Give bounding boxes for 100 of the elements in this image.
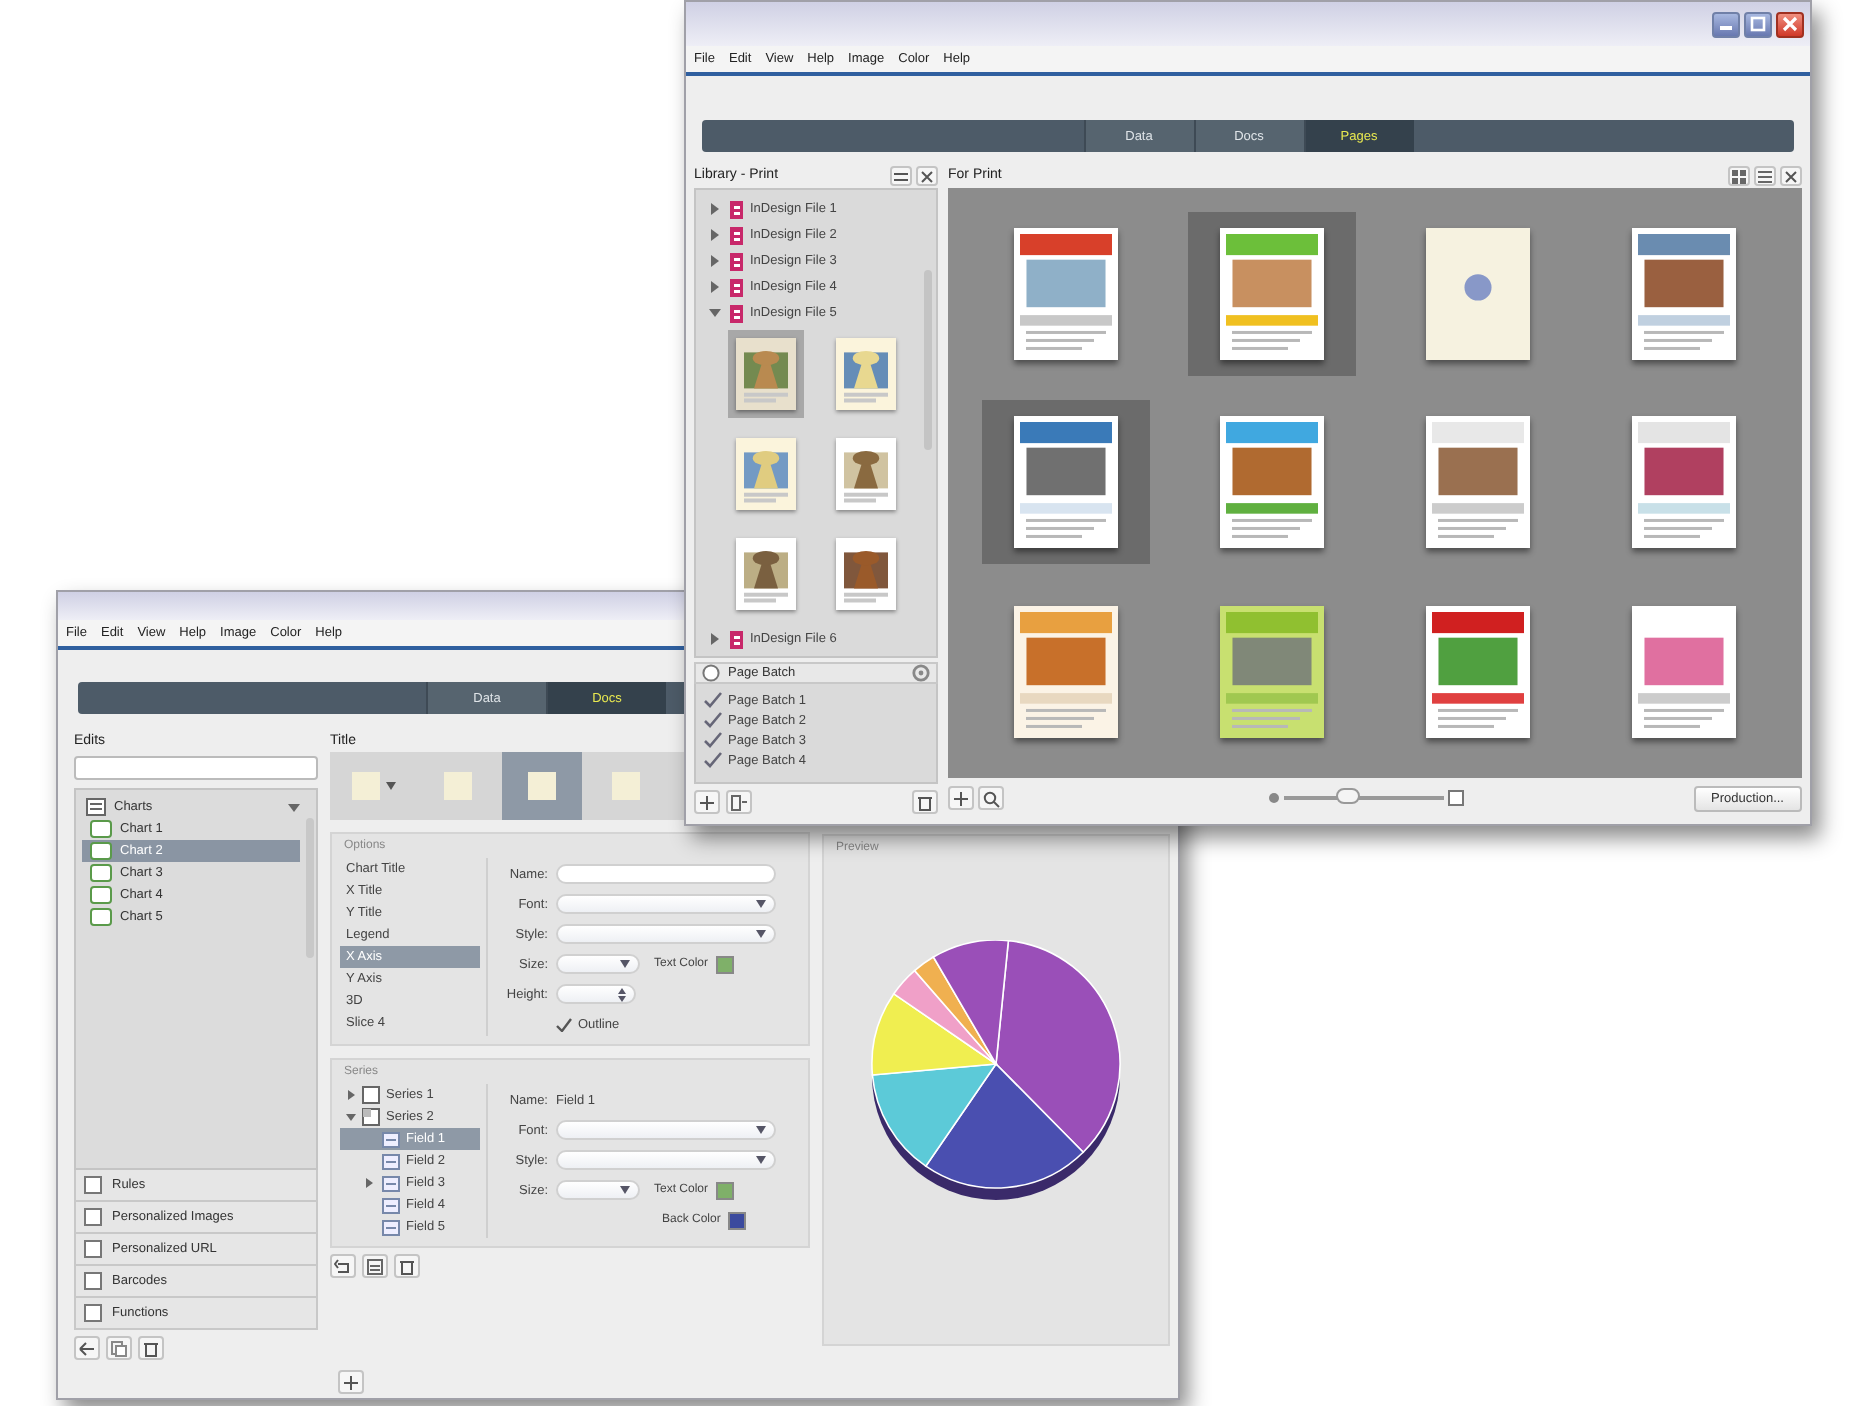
checkbox-icon — [84, 1272, 102, 1290]
chart-icon — [90, 886, 112, 904]
document-icon — [728, 303, 744, 323]
text-field[interactable] — [556, 864, 776, 884]
field-icon — [382, 1153, 400, 1169]
swatch-icon — [352, 772, 380, 800]
back-button[interactable] — [74, 1336, 100, 1360]
list-icon — [366, 1257, 384, 1275]
style-button[interactable] — [502, 752, 582, 820]
document-icon — [728, 277, 744, 297]
close-button[interactable] — [916, 166, 938, 186]
color-swatch[interactable] — [716, 1181, 735, 1199]
expander-icon[interactable] — [708, 202, 722, 216]
chart-icon — [90, 864, 112, 882]
add-button[interactable] — [694, 790, 720, 814]
checkbox-icon — [84, 1240, 102, 1258]
document-icon — [728, 629, 744, 649]
spinner-field[interactable] — [556, 984, 636, 1004]
field-icon — [382, 1175, 400, 1191]
thumbnail-tile[interactable] — [728, 330, 804, 418]
field-icon — [382, 1219, 400, 1235]
expander-icon[interactable] — [708, 254, 722, 268]
series-icon — [362, 1086, 380, 1104]
add-button[interactable] — [338, 1370, 364, 1394]
add-icon — [698, 793, 716, 811]
collapse-button[interactable] — [890, 166, 912, 186]
checkbox-icon — [84, 1176, 102, 1194]
expander-icon[interactable] — [708, 306, 722, 320]
slider-thumb[interactable] — [1336, 788, 1360, 804]
caret-icon — [620, 1186, 630, 1194]
undo-button[interactable] — [330, 1254, 356, 1278]
chart-icon — [90, 842, 112, 860]
caret-icon — [620, 960, 630, 968]
trash-button[interactable] — [912, 790, 938, 814]
page-tile[interactable] — [1188, 212, 1357, 377]
grid-view-button[interactable] — [1728, 166, 1750, 186]
undo-icon — [334, 1257, 352, 1275]
caret-icon — [386, 782, 396, 790]
checkbox-icon — [84, 1304, 102, 1322]
trash-icon — [142, 1339, 160, 1357]
close-button[interactable] — [1780, 166, 1802, 186]
menu-icon — [730, 793, 748, 811]
radio-icon — [702, 664, 720, 682]
copy-icon — [110, 1339, 128, 1357]
expander-icon[interactable] — [708, 228, 722, 242]
add-button[interactable] — [948, 786, 974, 810]
color-swatch[interactable] — [728, 1211, 747, 1229]
gear-icon — [912, 664, 930, 682]
trash-button[interactable] — [138, 1336, 164, 1360]
maximize-icon — [1750, 16, 1766, 32]
collapse-icon — [892, 167, 910, 185]
list-view-icon — [1756, 167, 1774, 185]
chart-icon — [90, 908, 112, 926]
field-icon — [382, 1197, 400, 1213]
trash-button[interactable] — [394, 1254, 420, 1278]
caret-icon — [756, 1156, 766, 1164]
search-button[interactable] — [978, 786, 1004, 810]
zoom-in-icon — [1448, 790, 1464, 806]
add-icon — [342, 1373, 360, 1391]
expander-icon[interactable] — [346, 1090, 356, 1100]
chart-icon — [90, 820, 112, 838]
expander-icon[interactable] — [708, 632, 722, 646]
close-icon — [1782, 167, 1800, 185]
document-icon — [728, 199, 744, 219]
swatch-icon — [612, 772, 640, 800]
caret-icon — [756, 900, 766, 908]
document-icon — [728, 251, 744, 271]
swatch-icon — [528, 772, 556, 800]
caret-icon[interactable] — [288, 801, 300, 813]
close-icon — [1782, 16, 1798, 32]
folder-icon — [86, 798, 106, 816]
add-icon — [952, 789, 970, 807]
expander-icon[interactable] — [708, 280, 722, 294]
trash-icon — [916, 793, 934, 811]
caret-icon — [756, 930, 766, 938]
expander-icon[interactable] — [346, 1112, 356, 1122]
close-button[interactable] — [1776, 11, 1804, 37]
menu-button[interactable] — [726, 790, 752, 814]
color-swatch[interactable] — [716, 955, 735, 973]
search-icon — [982, 789, 1000, 807]
grid-view-icon — [1730, 167, 1748, 185]
maximize-button[interactable] — [1744, 11, 1772, 37]
dropdown[interactable] — [556, 954, 640, 974]
list-view-button[interactable] — [1754, 166, 1776, 186]
expander-icon[interactable] — [364, 1178, 374, 1188]
list-button[interactable] — [362, 1254, 388, 1278]
trash-icon — [398, 1257, 416, 1275]
minimize-button[interactable] — [1712, 11, 1740, 37]
close-icon — [918, 167, 936, 185]
page-tile[interactable] — [982, 400, 1151, 565]
back-icon — [78, 1339, 96, 1357]
spinner-icon — [618, 987, 626, 1001]
search-field[interactable] — [74, 756, 318, 780]
dropdown[interactable] — [556, 1180, 640, 1200]
swatch-icon — [444, 772, 472, 800]
zoom-out-icon — [1268, 792, 1280, 804]
series-icon — [362, 1108, 380, 1126]
checkbox-icon — [84, 1208, 102, 1226]
caret-icon — [756, 1126, 766, 1134]
copy-button[interactable] — [106, 1336, 132, 1360]
